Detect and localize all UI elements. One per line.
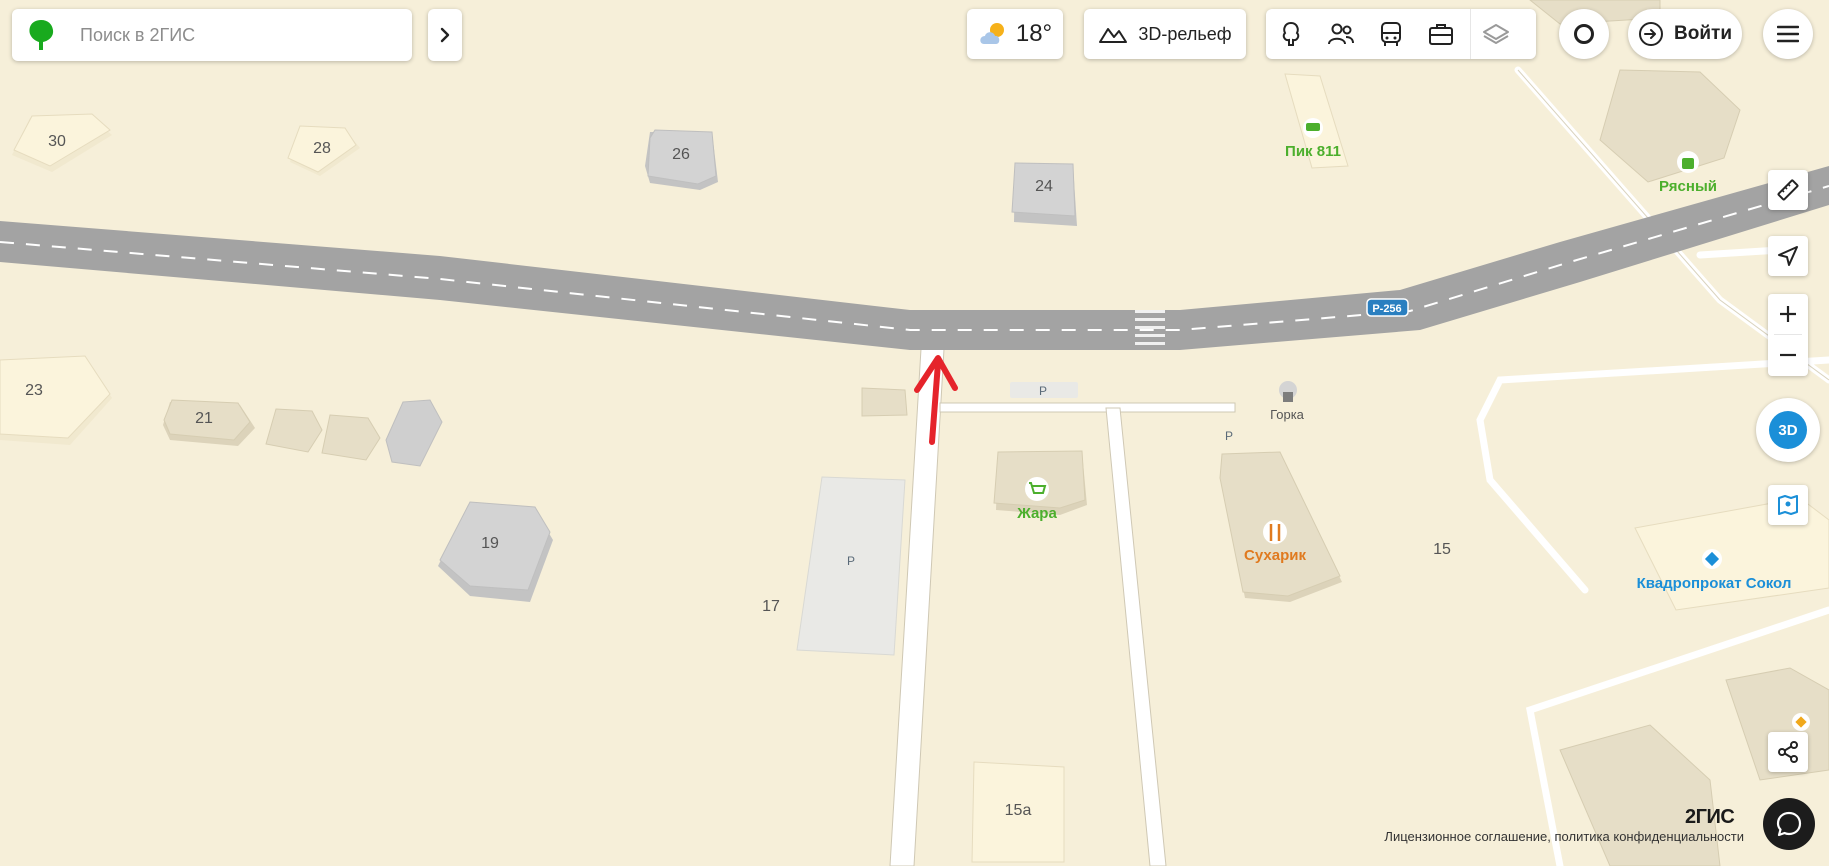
search-expand-button[interactable] (428, 9, 462, 61)
house-number: 15а (1005, 802, 1032, 819)
ring-icon (1574, 24, 1594, 44)
house-number: 19 (481, 535, 499, 552)
chat-button[interactable] (1763, 798, 1815, 850)
poi-partial-right[interactable] (1792, 713, 1810, 731)
plus-icon (1780, 306, 1796, 322)
legal-links[interactable]: Лицензионное соглашение, политика конфид… (1354, 829, 1744, 844)
svg-text:Рясный: Рясный (1659, 178, 1717, 195)
share-button[interactable] (1768, 732, 1808, 772)
svg-text:Сухарик: Сухарик (1244, 547, 1306, 564)
2gis-brand: 2ГИС (1685, 806, 1735, 828)
2gis-logo-icon (29, 20, 54, 50)
house-number: 17 (762, 598, 780, 615)
login-icon (1639, 22, 1663, 46)
house-number: 23 (25, 382, 43, 399)
search-input[interactable]: Поиск в 2ГИС (80, 25, 195, 46)
zoom-out-button[interactable] (1768, 335, 1808, 375)
business-layer-button[interactable] (1416, 9, 1466, 59)
people-layer-button[interactable] (1316, 9, 1366, 59)
bookmark-map-button[interactable] (1768, 485, 1808, 525)
ring-button[interactable] (1559, 9, 1609, 59)
house-number: 30 (48, 133, 66, 150)
relief-label: 3D-рельеф (1138, 23, 1232, 44)
house-number: 15 (1433, 541, 1451, 558)
svg-text:Р-256: Р-256 (1372, 303, 1401, 315)
svg-text:P: P (1225, 429, 1233, 443)
search-box[interactable]: Поиск в 2ГИС (12, 9, 412, 61)
navigation-arrow-icon (1778, 246, 1798, 266)
svg-text:Жара: Жара (1016, 505, 1057, 522)
ruler-icon (1777, 179, 1799, 201)
briefcase-icon (1429, 24, 1453, 45)
svg-text:P: P (1039, 384, 1047, 398)
share-icon (1778, 741, 1798, 763)
map-pin-icon (1778, 495, 1798, 515)
house-number: 24 (1035, 178, 1053, 195)
temperature: 18° (1015, 20, 1053, 47)
relief-icon (1099, 28, 1128, 43)
layers-button[interactable] (1471, 9, 1521, 59)
layer-toolbar (1266, 9, 1536, 59)
hamburger-icon (1777, 25, 1799, 43)
transport-layer-button[interactable] (1366, 9, 1416, 59)
chat-icon (1776, 811, 1802, 837)
svg-text:P: P (847, 554, 855, 568)
partly-cloudy-icon (980, 23, 1004, 44)
zoom-control (1768, 294, 1808, 376)
compass-3d-label: 3D (1769, 411, 1807, 449)
login-label: Войти (1674, 23, 1732, 44)
tree-icon (1282, 21, 1300, 46)
minus-icon (1780, 353, 1796, 357)
chevron-right-icon (440, 27, 450, 43)
svg-text:Горка: Горка (1270, 407, 1305, 422)
house-number: 21 (195, 410, 213, 427)
login-button[interactable]: Войти (1628, 9, 1742, 59)
building-kiosk (861, 387, 908, 417)
house-number: 28 (313, 140, 331, 157)
menu-button[interactable] (1763, 9, 1813, 59)
map-canvas[interactable]: Р-256 P P P 30 28 26 24 23 21 19 17 15 1… (0, 0, 1829, 866)
3d-relief-button[interactable]: 3D-рельеф (1084, 9, 1246, 59)
my-location-button[interactable] (1768, 236, 1808, 276)
svg-text:Пик 811: Пик 811 (1285, 143, 1341, 160)
zoom-in-button[interactable] (1768, 294, 1808, 334)
parks-layer-button[interactable] (1266, 9, 1316, 59)
weather-widget[interactable]: 18° (967, 9, 1063, 59)
people-icon (1328, 23, 1354, 45)
house-number: 26 (672, 146, 690, 163)
bus-icon (1381, 22, 1401, 46)
ruler-button[interactable] (1768, 170, 1808, 210)
svg-text:Квадропрокат Сокол: Квадропрокат Сокол (1637, 575, 1792, 592)
road-badge: Р-256 (1366, 298, 1409, 317)
layers-icon (1483, 24, 1509, 44)
compass-3d-button[interactable]: 3D (1756, 398, 1820, 462)
